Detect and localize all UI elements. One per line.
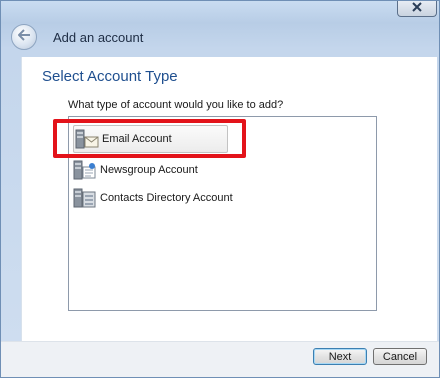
list-item-label: Email Account <box>102 133 172 145</box>
list-item-email-account[interactable]: Email Account <box>73 125 228 153</box>
back-button[interactable] <box>11 24 37 50</box>
email-account-icon <box>74 127 100 151</box>
list-item-label: Newsgroup Account <box>100 164 198 176</box>
add-account-dialog: Add an account Select Account Type What … <box>0 0 440 378</box>
dialog-title: Add an account <box>53 30 144 45</box>
account-type-prompt: What type of account would you like to a… <box>68 99 284 111</box>
account-type-list[interactable]: Email Account Newsgroup Account Contacts… <box>68 116 377 311</box>
page-title: Select Account Type <box>42 68 178 85</box>
back-arrow-icon <box>17 28 31 46</box>
cancel-button[interactable]: Cancel <box>373 348 427 365</box>
contacts-directory-icon <box>72 186 98 210</box>
close-button[interactable] <box>397 1 437 17</box>
list-item-label: Contacts Directory Account <box>100 192 233 204</box>
list-item-newsgroup-account[interactable]: Newsgroup Account <box>72 157 232 183</box>
list-item-contacts-directory-account[interactable]: Contacts Directory Account <box>72 185 233 211</box>
next-button[interactable]: Next <box>313 348 367 365</box>
close-icon <box>411 1 423 17</box>
dialog-header: Add an account <box>1 19 439 57</box>
dialog-content: Select Account Type What type of account… <box>21 57 437 341</box>
dialog-footer: Next Cancel <box>1 341 439 377</box>
newsgroup-account-icon <box>72 158 98 182</box>
